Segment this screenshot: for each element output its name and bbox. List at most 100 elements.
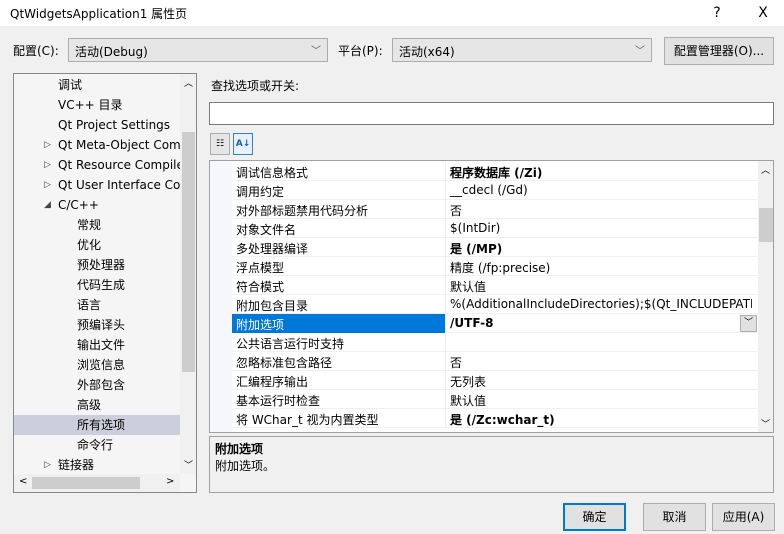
config-manager-button[interactable]: 配置管理器(O)... <box>664 37 774 65</box>
property-row[interactable]: 附加包含目录 %(AdditionalIncludeDirectories);$(… <box>232 295 758 314</box>
property-value[interactable]: 否 <box>447 202 752 219</box>
property-row[interactable]: 附加选项/UTF-8 ﹀ <box>232 314 758 333</box>
property-value[interactable]: %(AdditionalIncludeDirectories);$(Qt_INC… <box>447 297 752 311</box>
property-value[interactable]: $(IntDir) <box>447 221 752 235</box>
description-title: 附加选项 <box>215 442 264 456</box>
tree-hscrollbar[interactable]: < > <box>14 474 180 492</box>
property-row[interactable]: 将 WChar_t 视为内置类型 是 (/Zc:wchar_t) <box>232 409 758 428</box>
tree-item[interactable]: ▷ Qt User Interface Compiler <box>14 175 180 195</box>
property-row[interactable]: 汇编程序输出 无列表 <box>232 371 758 390</box>
grid-vscrollbar[interactable]: ︿ ﹀ <box>758 161 773 432</box>
tree-item-label: 语言 <box>77 298 102 312</box>
collapsed-arrow-icon[interactable]: ▷ <box>44 135 51 155</box>
platform-dropdown[interactable]: 活动(x64) ﹀ <box>392 38 652 62</box>
property-name: 附加包含目录 <box>236 299 309 313</box>
scroll-up-icon[interactable]: ︿ <box>761 163 770 176</box>
property-row[interactable]: 调用约定 __cdecl (/Gd) <box>232 181 758 200</box>
close-button[interactable]: X <box>748 2 778 24</box>
property-grid[interactable]: ︿ ﹀ 调试信息格式 程序数据库 (/Zi) 调用约定 __cdecl (/Gd) 对外… <box>209 160 774 433</box>
tree-item[interactable]: ▷ 链接器 <box>14 455 180 475</box>
scroll-thumb[interactable] <box>182 132 195 372</box>
category-tree[interactable]: ︿ ﹀ < > 调试 VC++ 目录 Qt Project Settings ▷ Qt … <box>13 73 197 493</box>
collapsed-arrow-icon[interactable]: ▷ <box>44 155 51 175</box>
collapsed-arrow-icon[interactable]: ▷ <box>44 455 51 475</box>
property-name: 符合模式 <box>236 280 285 294</box>
property-value[interactable]: 默认值 <box>447 392 752 409</box>
property-row[interactable]: 对外部标题禁用代码分析 否 <box>232 200 758 219</box>
tree-vscrollbar[interactable]: ︿ ﹀ <box>180 74 196 474</box>
property-row[interactable]: 对象文件名 $(IntDir) <box>232 219 758 238</box>
scroll-up-icon[interactable]: ︿ <box>184 76 193 89</box>
search-input[interactable] <box>209 102 774 125</box>
property-row[interactable]: 调试信息格式 程序数据库 (/Zi) <box>232 162 758 181</box>
tree-item[interactable]: 优化 <box>14 235 180 255</box>
tree-item[interactable]: 语言 <box>14 295 180 315</box>
property-value[interactable]: /UTF-8 <box>447 316 752 330</box>
property-value[interactable]: 无列表 <box>447 373 752 390</box>
ok-button[interactable]: 确定 <box>563 503 626 531</box>
property-value[interactable]: 程序数据库 (/Zi) <box>447 164 752 181</box>
scroll-down-icon[interactable]: ﹀ <box>761 417 770 430</box>
tree-item[interactable]: 高级 <box>14 395 180 415</box>
tree-item[interactable]: 命令行 <box>14 435 180 455</box>
property-row[interactable]: 公共语言运行时支持 <box>232 333 758 352</box>
property-row[interactable]: 多处理器编译 是 (/MP) <box>232 238 758 257</box>
tree-item[interactable]: VC++ 目录 <box>14 95 180 115</box>
scroll-right-icon[interactable]: > <box>166 476 174 487</box>
help-button[interactable]: ? <box>702 2 732 24</box>
tree-item-label: 输出文件 <box>77 338 126 352</box>
property-name: 公共语言运行时支持 <box>236 337 345 351</box>
tree-item[interactable]: 浏览信息 <box>14 355 180 375</box>
alphabetical-button[interactable]: A↓ <box>233 133 253 155</box>
property-value[interactable]: 是 (/MP) <box>447 240 752 257</box>
property-name: 忽略标准包含路径 <box>236 356 333 370</box>
scroll-left-icon[interactable]: < <box>19 476 27 487</box>
column-divider <box>445 314 446 333</box>
property-name: 将 WChar_t 视为内置类型 <box>236 413 379 427</box>
property-value[interactable]: 默认值 <box>447 278 752 295</box>
column-divider <box>445 162 446 181</box>
property-row[interactable]: 浮点模型 精度 (/fp:precise) <box>232 257 758 276</box>
column-divider <box>445 200 446 219</box>
column-divider <box>445 238 446 257</box>
tree-item[interactable]: ▷ Qt Resource Compiler <box>14 155 180 175</box>
property-value[interactable]: 精度 (/fp:precise) <box>447 259 752 276</box>
tree-item[interactable]: ◢ C/C++ <box>14 195 180 215</box>
tree-item[interactable]: 代码生成 <box>14 275 180 295</box>
value-dropdown-button[interactable]: ﹀ <box>740 315 757 332</box>
tree-item-label: 外部包含 <box>77 378 126 392</box>
column-divider <box>445 257 446 276</box>
tree-item[interactable]: 所有选项 <box>14 415 180 435</box>
config-dropdown[interactable]: 活动(Debug) ﹀ <box>68 38 328 62</box>
scroll-thumb[interactable] <box>759 208 773 242</box>
scroll-down-icon[interactable]: ﹀ <box>184 458 193 471</box>
scroll-thumb[interactable] <box>32 477 140 489</box>
tree-item[interactable]: 常规 <box>14 215 180 235</box>
property-name: 对象文件名 <box>236 223 297 237</box>
title-bar: QtWidgetsApplication1 属性页 ? X <box>0 0 784 26</box>
expanded-arrow-icon[interactable]: ◢ <box>44 195 51 215</box>
property-value[interactable]: __cdecl (/Gd) <box>447 183 752 197</box>
tree-item[interactable]: 调试 <box>14 75 180 95</box>
tree-item[interactable]: 外部包含 <box>14 375 180 395</box>
property-value[interactable]: 是 (/Zc:wchar_t) <box>447 411 752 428</box>
property-row[interactable]: 忽略标准包含路径 否 <box>232 352 758 371</box>
cancel-button[interactable]: 取消 <box>643 503 706 531</box>
tree-item-label: C/C++ <box>58 198 99 212</box>
categorized-button[interactable]: ☷ <box>210 133 230 155</box>
property-name: 浮点模型 <box>236 261 285 275</box>
tree-item[interactable]: 预处理器 <box>14 255 180 275</box>
column-divider <box>445 333 446 352</box>
tree-item[interactable]: 预编译头 <box>14 315 180 335</box>
property-row[interactable]: 基本运行时检查 默认值 <box>232 390 758 409</box>
property-name: 附加选项 <box>236 318 285 332</box>
tree-item[interactable]: Qt Project Settings <box>14 115 180 135</box>
property-row[interactable]: 符合模式 默认值 <box>232 276 758 295</box>
tree-item[interactable]: 输出文件 <box>14 335 180 355</box>
apply-button[interactable]: 应用(A) <box>712 503 775 531</box>
chevron-down-icon: ﹀ <box>311 46 321 57</box>
property-value[interactable]: 否 <box>447 354 752 371</box>
tree-item-label: 所有选项 <box>77 418 126 432</box>
collapsed-arrow-icon[interactable]: ▷ <box>44 175 51 195</box>
tree-item[interactable]: ▷ Qt Meta-Object Compiler <box>14 135 180 155</box>
